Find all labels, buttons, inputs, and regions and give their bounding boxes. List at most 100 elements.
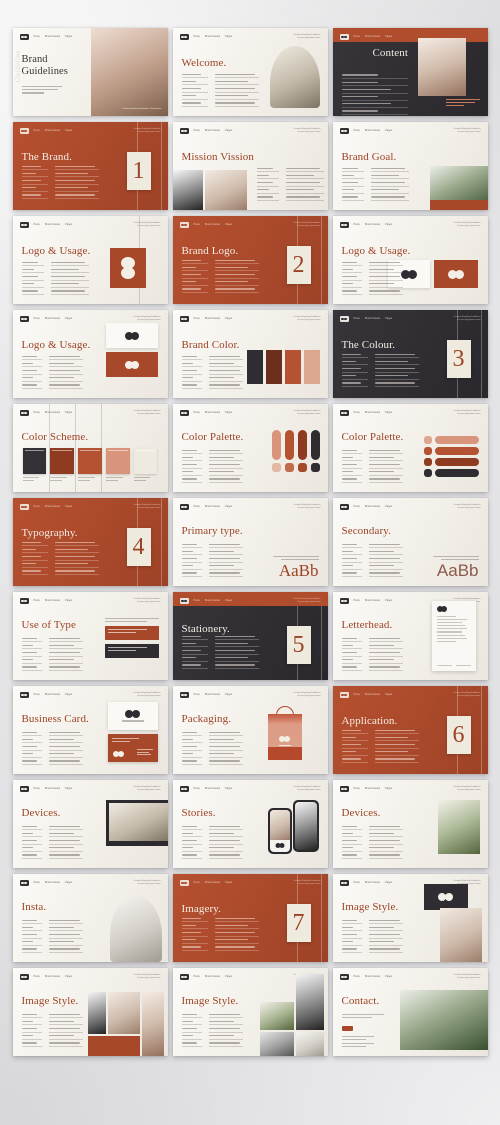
slide-use-of-type[interactable]: Home Brand Guides Pages Creative Brandin… <box>12 592 168 680</box>
slide-cell[interactable]: Home Brand Guides Pages Creative Brandin… <box>330 968 490 1062</box>
nav-item-pages[interactable]: Pages <box>385 318 392 320</box>
slide-cell[interactable]: Home Brand Guides Pages Creative Brandin… <box>10 780 170 874</box>
nav-item-pages[interactable]: Pages <box>225 882 232 884</box>
slide-application[interactable]: Home Brand Guides Pages Creative Brandin… <box>332 686 488 774</box>
nav-item-pages[interactable]: Pages <box>385 130 392 132</box>
nav-item-brand-guides[interactable]: Brand Guides <box>365 694 380 696</box>
nav-item-brand-guides[interactable]: Brand Guides <box>205 788 220 790</box>
slide-nav[interactable]: Home Brand Guides Pages Creative Brandin… <box>179 33 321 41</box>
nav-item-home[interactable]: Home <box>34 130 41 132</box>
nav-item-home[interactable]: Home <box>354 36 361 38</box>
slide-image-style-a[interactable]: Home Brand Guides Pages Creative Brandin… <box>332 874 488 962</box>
nav-item-pages[interactable]: Pages <box>65 412 72 414</box>
nav-item-pages[interactable]: Pages <box>225 318 232 320</box>
nav-item-home[interactable]: Home <box>354 318 361 320</box>
nav-item-brand-guides[interactable]: Brand Guides <box>205 976 220 978</box>
slide-logo-usage-2[interactable]: Home Brand Guides Pages Creative Brandin… <box>332 216 488 304</box>
nav-item-brand-guides[interactable]: Brand Guides <box>45 506 60 508</box>
nav-item-home[interactable]: Home <box>354 506 361 508</box>
nav-item-home[interactable]: Home <box>34 976 41 978</box>
slide-content[interactable]: Home Brand Guides Pages Content <box>332 28 488 116</box>
slide-nav[interactable]: Home Brand Guides Pages Creative Brandin… <box>19 503 161 511</box>
nav-item-home[interactable]: Home <box>34 788 41 790</box>
slide-brand-guidelines[interactable]: Guideline Home Brand Guides Pages Brand … <box>12 28 168 116</box>
slide-cell[interactable]: Home Brand Guides Pages Creative Brandin… <box>170 28 330 122</box>
nav-item-brand-guides[interactable]: Brand Guides <box>45 318 60 320</box>
nav-item-home[interactable]: Home <box>194 224 201 226</box>
nav-item-pages[interactable]: Pages <box>225 976 232 978</box>
slide-cell[interactable]: Home Brand Guides Pages Creative Brandin… <box>10 686 170 780</box>
slide-cell[interactable]: Home Brand Guides Pages Creative Brandin… <box>330 592 490 686</box>
slide-cell[interactable]: Home Brand Guides Pages Creative Brandin… <box>330 122 490 216</box>
nav-item-pages[interactable]: Pages <box>385 224 392 226</box>
slide-nav[interactable]: Home Brand Guides Pages Creative Brandin… <box>19 785 161 793</box>
nav-item-pages[interactable]: Pages <box>225 600 232 602</box>
slide-cell[interactable]: Home Brand Guides Pages Creative Brandin… <box>170 404 330 498</box>
slide-brand-logo[interactable]: Home Brand Guides Pages Creative Brandin… <box>172 216 328 304</box>
slide-image-style-c[interactable]: Home Brand Guides Pages Creative Brandin… <box>172 968 328 1056</box>
nav-item-home[interactable]: Home <box>194 130 201 132</box>
nav-item-brand-guides[interactable]: Brand Guides <box>365 130 380 132</box>
slide-logo-usage-1[interactable]: Home Brand Guides Pages Creative Brandin… <box>12 216 168 304</box>
slide-nav[interactable]: Home Brand Guides Pages Creative Brandin… <box>339 785 481 793</box>
slide-devices-product[interactable]: Home Brand Guides Pages Creative Brandin… <box>332 780 488 868</box>
slide-cell[interactable]: Home Brand Guides Pages Creative Brandin… <box>10 404 170 498</box>
nav-item-home[interactable]: Home <box>194 506 201 508</box>
nav-item-home[interactable]: Home <box>34 412 41 414</box>
slide-nav[interactable]: Home Brand Guides Pages <box>19 33 84 41</box>
nav-item-home[interactable]: Home <box>34 506 41 508</box>
nav-item-pages[interactable]: Pages <box>385 506 392 508</box>
slide-cell[interactable]: Home Brand Guides Pages Creative Brandin… <box>330 498 490 592</box>
nav-item-pages[interactable]: Pages <box>225 412 232 414</box>
slide-logo-usage-3[interactable]: Home Brand Guides Pages Creative Brandin… <box>12 310 168 398</box>
slide-nav[interactable]: Home Brand Guides Pages Creative Brandin… <box>19 409 161 417</box>
slide-nav[interactable]: Home Brand Guides Pages Creative Brandin… <box>19 315 161 323</box>
slide-mission-vission[interactable]: Home Brand Guides Pages Creative Brandin… <box>172 122 328 210</box>
slide-nav[interactable]: Home Brand Guides Pages Creative Brandin… <box>19 597 161 605</box>
nav-item-pages[interactable]: Pages <box>225 36 232 38</box>
nav-item-home[interactable]: Home <box>354 694 361 696</box>
contact-button[interactable] <box>341 1026 353 1031</box>
slide-cell[interactable]: Home Brand Guides Pages Creative Brandin… <box>10 498 170 592</box>
slide-cell[interactable]: Home Brand Guides Pages Creative Brandin… <box>10 968 170 1062</box>
slide-letterhead[interactable]: Home Brand Guides Pages Creative Brandin… <box>332 592 488 680</box>
nav-item-brand-guides[interactable]: Brand Guides <box>205 224 220 226</box>
slide-insta[interactable]: Home Brand Guides Pages Creative Brandin… <box>12 874 168 962</box>
slide-primary-type[interactable]: Home Brand Guides Pages Creative Brandin… <box>172 498 328 586</box>
nav-item-pages[interactable]: Pages <box>385 882 392 884</box>
nav-item-brand-guides[interactable]: Brand Guides <box>45 36 60 38</box>
slide-color-palette-pills[interactable]: Home Brand Guides Pages Creative Brandin… <box>332 404 488 492</box>
nav-item-brand-guides[interactable]: Brand Guides <box>45 130 60 132</box>
nav-item-brand-guides[interactable]: Brand Guides <box>205 130 220 132</box>
nav-item-home[interactable]: Home <box>34 36 41 38</box>
nav-item-brand-guides[interactable]: Brand Guides <box>45 600 60 602</box>
slide-cell[interactable]: Home Brand Guides Pages Creative Brandin… <box>170 122 330 216</box>
nav-item-home[interactable]: Home <box>194 318 201 320</box>
nav-item-pages[interactable]: Pages <box>65 506 72 508</box>
slide-nav[interactable]: Home Brand Guides Pages Creative Brandin… <box>339 127 481 135</box>
nav-item-brand-guides[interactable]: Brand Guides <box>365 788 380 790</box>
nav-item-brand-guides[interactable]: Brand Guides <box>205 882 220 884</box>
slide-cell[interactable]: Home Brand Guides Pages Creative Brandin… <box>170 310 330 404</box>
nav-item-brand-guides[interactable]: Brand Guides <box>365 318 380 320</box>
slide-image-style-b[interactable]: Home Brand Guides Pages Creative Brandin… <box>12 968 168 1056</box>
slide-nav[interactable]: Home Brand Guides Pages Creative Brandin… <box>339 691 481 699</box>
slide-nav[interactable]: Home Brand Guides Pages Creative Brandin… <box>179 879 321 887</box>
nav-item-home[interactable]: Home <box>354 224 361 226</box>
slide-cell[interactable]: Home Brand Guides Pages Creative Brandin… <box>170 216 330 310</box>
slide-devices-laptop[interactable]: Home Brand Guides Pages Creative Brandin… <box>12 780 168 868</box>
slide-nav[interactable]: Home Brand Guides Pages Creative Brandin… <box>19 691 161 699</box>
slide-nav[interactable]: Home Brand Guides Pages Creative Brandin… <box>179 691 321 699</box>
slide-nav[interactable]: Home Brand Guides Pages Creative Brandin… <box>179 409 321 417</box>
nav-item-home[interactable]: Home <box>354 600 361 602</box>
nav-item-home[interactable]: Home <box>194 36 201 38</box>
nav-item-pages[interactable]: Pages <box>65 36 72 38</box>
slide-packaging[interactable]: Home Brand Guides Pages Creative Brandin… <box>172 686 328 774</box>
slide-cell[interactable]: Home Brand Guides Pages Creative Brandin… <box>170 874 330 968</box>
nav-item-pages[interactable]: Pages <box>225 788 232 790</box>
nav-item-home[interactable]: Home <box>34 600 41 602</box>
slide-cell[interactable]: Home Brand Guides Pages Creative Brandin… <box>170 780 330 874</box>
slide-nav[interactable]: Home Brand Guides Pages Creative Brandin… <box>179 315 321 323</box>
nav-item-home[interactable]: Home <box>34 882 41 884</box>
slide-stationery[interactable]: Home Brand Guides Pages Creative Brandin… <box>172 592 328 680</box>
